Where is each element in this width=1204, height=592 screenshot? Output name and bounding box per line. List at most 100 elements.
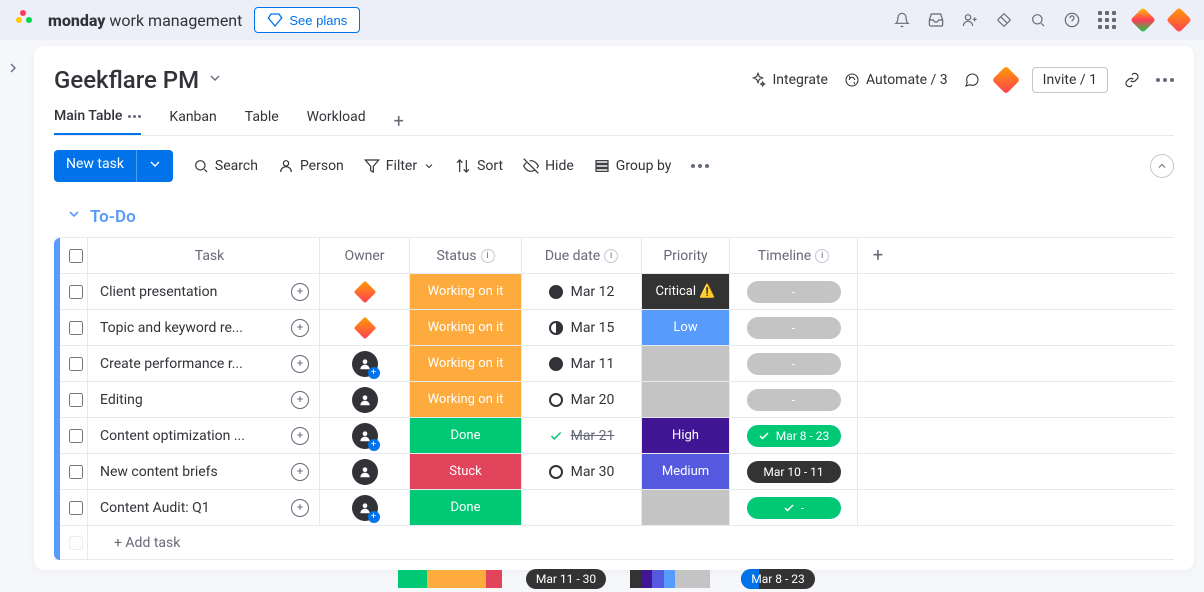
due-date-cell[interactable]: Mar 15 — [549, 320, 615, 336]
discussion-button[interactable] — [964, 72, 980, 88]
conversation-icon[interactable]: + — [291, 283, 309, 301]
integrate-button[interactable]: Integrate — [750, 72, 828, 88]
owner-avatar[interactable]: + — [352, 495, 378, 521]
priority-cell[interactable] — [642, 382, 729, 417]
conversation-icon[interactable]: + — [291, 463, 309, 481]
due-date-cell[interactable]: Mar 11 — [549, 356, 615, 372]
task-name[interactable]: Client presentation — [100, 284, 217, 300]
search-button[interactable]: Search — [193, 158, 258, 174]
info-icon[interactable]: i — [481, 249, 495, 263]
task-name[interactable]: Create performance r... — [100, 356, 243, 372]
row-checkbox[interactable] — [69, 285, 83, 299]
conversation-icon[interactable]: + — [291, 355, 309, 373]
owner-avatar[interactable] — [352, 387, 378, 413]
due-date-cell[interactable]: Mar 21 — [549, 428, 615, 444]
sort-button[interactable]: Sort — [455, 158, 503, 174]
task-name[interactable]: New content briefs — [100, 464, 218, 480]
owner-avatar[interactable]: + — [352, 351, 378, 377]
timeline-summary[interactable]: Mar 8 - 23 — [714, 566, 842, 592]
priority-summary[interactable] — [626, 566, 714, 592]
timeline-pill[interactable]: - — [747, 353, 841, 375]
timeline-pill[interactable]: Mar 10 - 11 — [747, 461, 841, 483]
due-summary[interactable]: Mar 11 - 30 — [506, 566, 626, 592]
add-column-button[interactable]: + — [873, 245, 883, 266]
row-checkbox[interactable] — [69, 357, 83, 371]
notifications-icon[interactable] — [894, 12, 910, 28]
row-checkbox[interactable] — [69, 465, 83, 479]
workspace-badge-icon[interactable] — [1170, 11, 1188, 29]
status-cell[interactable]: Stuck — [410, 454, 521, 489]
hide-button[interactable]: Hide — [523, 158, 574, 174]
status-summary[interactable] — [394, 566, 506, 592]
priority-cell[interactable]: Medium — [642, 454, 729, 489]
column-timeline[interactable]: Timeline — [758, 248, 811, 264]
tab-menu-icon[interactable] — [128, 115, 141, 118]
board-title-chevron-icon[interactable] — [207, 70, 223, 90]
due-date-cell[interactable]: Mar 30 — [549, 464, 615, 480]
due-date-cell[interactable]: Mar 12 — [549, 284, 615, 300]
group-name[interactable]: To-Do — [90, 207, 136, 227]
conversation-icon[interactable]: + — [291, 427, 309, 445]
due-date-cell[interactable]: Mar 20 — [549, 392, 615, 408]
help-icon[interactable] — [1064, 12, 1080, 28]
add-task-row[interactable]: + Add task — [54, 526, 1174, 560]
owner-avatar[interactable] — [352, 459, 378, 485]
column-priority[interactable]: Priority — [663, 248, 707, 264]
priority-cell[interactable]: Low — [642, 310, 729, 345]
priority-cell[interactable]: Critical ⚠️ — [642, 274, 729, 309]
status-cell[interactable]: Working on it — [410, 310, 521, 345]
task-name[interactable]: Topic and keyword re... — [100, 320, 243, 336]
new-task-button[interactable]: New task — [54, 150, 173, 182]
group-collapse-icon[interactable] — [66, 206, 82, 227]
priority-cell[interactable] — [642, 490, 729, 525]
toolbar-more-button[interactable] — [691, 164, 709, 168]
timeline-pill[interactable]: Mar 8 - 23 — [747, 425, 841, 447]
conversation-icon[interactable]: + — [291, 391, 309, 409]
select-all-checkbox[interactable] — [69, 249, 83, 263]
status-cell[interactable]: Done — [410, 418, 521, 453]
task-name[interactable]: Content optimization ... — [100, 428, 245, 444]
task-name[interactable]: Content Audit: Q1 — [100, 500, 210, 516]
row-checkbox[interactable] — [69, 321, 83, 335]
new-task-dropdown-icon[interactable] — [136, 150, 173, 182]
conversation-icon[interactable]: + — [291, 499, 309, 517]
timeline-pill[interactable]: - — [747, 281, 841, 303]
timeline-pill[interactable]: - — [747, 497, 841, 519]
invite-button[interactable]: Invite / 1 — [1032, 67, 1108, 93]
column-task[interactable]: Task — [195, 248, 225, 264]
automate-button[interactable]: Automate / 3 — [844, 72, 948, 88]
status-cell[interactable]: Working on it — [410, 274, 521, 309]
group-by-button[interactable]: Group by — [594, 158, 672, 174]
task-name[interactable]: Editing — [100, 392, 143, 408]
tab-main-table[interactable]: Main Table — [54, 108, 141, 135]
add-view-button[interactable]: + — [394, 111, 404, 132]
invite-members-icon[interactable] — [962, 12, 978, 28]
status-cell[interactable]: Working on it — [410, 346, 521, 381]
see-plans-button[interactable]: See plans — [254, 7, 360, 33]
expand-sidebar-button[interactable] — [3, 58, 23, 78]
timeline-pill[interactable]: - — [747, 389, 841, 411]
tab-workload[interactable]: Workload — [307, 109, 366, 135]
column-due[interactable]: Due date — [545, 248, 600, 264]
row-checkbox[interactable] — [69, 501, 83, 515]
status-cell[interactable]: Working on it — [410, 382, 521, 417]
column-owner[interactable]: Owner — [344, 248, 384, 264]
row-checkbox[interactable] — [69, 536, 83, 550]
row-checkbox[interactable] — [69, 393, 83, 407]
inbox-icon[interactable] — [928, 12, 944, 28]
conversation-icon[interactable]: + — [291, 319, 309, 337]
info-icon[interactable]: i — [604, 249, 618, 263]
priority-cell[interactable]: High — [642, 418, 729, 453]
owner-avatar[interactable] — [352, 279, 378, 305]
status-cell[interactable]: Done — [410, 490, 521, 525]
board-more-button[interactable] — [1156, 78, 1174, 82]
timeline-pill[interactable]: - — [747, 317, 841, 339]
collapse-header-button[interactable] — [1150, 154, 1174, 178]
info-icon[interactable]: i — [815, 249, 829, 263]
row-checkbox[interactable] — [69, 429, 83, 443]
products-switcher-icon[interactable] — [1098, 11, 1116, 29]
apps-icon[interactable] — [996, 12, 1012, 28]
board-title[interactable]: Geekflare PM — [54, 66, 199, 94]
tab-table[interactable]: Table — [245, 109, 279, 135]
owner-avatar[interactable]: + — [352, 423, 378, 449]
